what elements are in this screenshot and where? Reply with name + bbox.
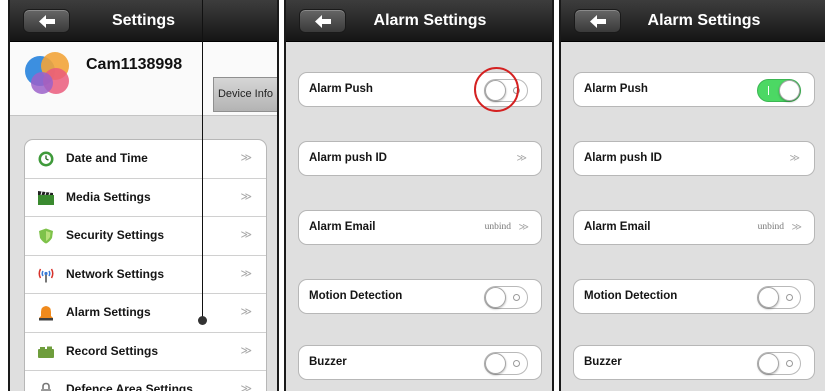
motion-detection-toggle[interactable] xyxy=(757,286,801,309)
alarm-push-row: Alarm Push xyxy=(298,72,542,107)
menu-item-label: Network Settings xyxy=(66,266,165,281)
device-avatar xyxy=(25,52,69,96)
menu-item-label: Record Settings xyxy=(66,343,159,358)
menu-item-date-and-time[interactable]: Date and Time ≫ xyxy=(25,140,266,179)
menu-item-label: Defence Area Settings xyxy=(66,382,193,391)
shield-icon xyxy=(39,228,53,244)
chevron-right-icon: ≫ xyxy=(240,267,252,280)
buzzer-row: Buzzer xyxy=(573,345,815,380)
alarm-email-row[interactable]: Alarm Email unbind ≫ xyxy=(573,210,815,245)
chevron-right-icon: ≫ xyxy=(791,222,802,233)
off-indicator xyxy=(513,360,520,367)
toggle-knob xyxy=(779,80,800,101)
camera-icon xyxy=(38,346,54,358)
bell-icon xyxy=(39,306,53,321)
row-label: Alarm Email xyxy=(584,221,651,233)
antenna-icon xyxy=(38,268,54,282)
menu-item-label: Date and Time xyxy=(66,151,148,165)
chevron-right-icon: ≫ xyxy=(240,152,252,164)
page-title: Settings xyxy=(111,12,176,29)
device-settings-screen: Settings Cam1138998 Device Info Date and… xyxy=(8,0,279,391)
chevron-right-icon: ≫ xyxy=(518,222,529,233)
chevron-right-icon: ≫ xyxy=(516,153,527,164)
callout-line xyxy=(202,0,203,320)
row-label: Alarm push ID xyxy=(309,152,387,164)
alarm-settings-screen-after: Alarm Settings Alarm Push Alarm push ID … xyxy=(559,0,825,391)
menu-item-record-settings[interactable]: Record Settings ≫ xyxy=(25,333,266,371)
row-label: Alarm Push xyxy=(309,83,373,95)
row-label: Alarm Push xyxy=(584,83,648,95)
buzzer-row: Buzzer xyxy=(298,345,542,380)
row-label: Alarm push ID xyxy=(584,152,662,164)
alarm-push-toggle[interactable] xyxy=(484,79,528,102)
row-label: Buzzer xyxy=(309,356,347,368)
alarm-push-id-row[interactable]: Alarm push ID ≫ xyxy=(573,141,815,176)
alarm-push-id-row[interactable]: Alarm push ID ≫ xyxy=(298,141,542,176)
chevron-right-icon: ≫ xyxy=(240,344,252,357)
email-status: unbind xyxy=(757,222,784,232)
toggle-knob xyxy=(485,353,506,374)
menu-item-label: Alarm Settings xyxy=(66,305,151,319)
row-label: Alarm Email xyxy=(309,221,376,233)
menu-item-media-settings[interactable]: Media Settings ≫ xyxy=(25,179,266,217)
chevron-right-icon: ≫ xyxy=(240,383,252,391)
alarm-push-row: Alarm Push xyxy=(573,72,815,107)
email-status: unbind xyxy=(484,222,511,232)
row-label: Motion Detection xyxy=(584,290,678,302)
navbar: Alarm Settings xyxy=(286,0,552,42)
off-indicator xyxy=(513,294,520,301)
motion-detection-toggle[interactable] xyxy=(484,286,528,309)
row-label: Buzzer xyxy=(584,356,622,368)
alarm-push-toggle[interactable] xyxy=(757,79,801,102)
alarm-email-row[interactable]: Alarm Email unbind ≫ xyxy=(298,210,542,245)
chevron-right-icon: ≫ xyxy=(240,306,252,318)
menu-item-label: Media Settings xyxy=(66,189,151,204)
row-label: Motion Detection xyxy=(309,290,403,302)
device-name: Cam1138998 xyxy=(86,56,183,73)
motion-detection-row: Motion Detection xyxy=(573,279,815,314)
clapperboard-icon xyxy=(38,190,54,205)
callout-dot xyxy=(198,316,207,325)
off-indicator xyxy=(513,87,520,94)
navbar: Alarm Settings xyxy=(561,0,825,42)
alarm-settings-screen-before: Alarm Settings Alarm Push Alarm push ID … xyxy=(284,0,554,391)
navbar: Settings xyxy=(10,0,277,42)
motion-detection-row: Motion Detection xyxy=(298,279,542,314)
menu-item-security-settings[interactable]: Security Settings ≫ xyxy=(25,217,266,256)
settings-menu: Date and Time ≫ Media Settings ≫ Securit… xyxy=(24,139,267,391)
chevron-right-icon: ≫ xyxy=(240,229,252,241)
toggle-knob xyxy=(485,287,506,308)
chevron-right-icon: ≫ xyxy=(240,190,252,203)
toggle-knob xyxy=(758,287,779,308)
buzzer-toggle[interactable] xyxy=(484,352,528,375)
toggle-knob xyxy=(758,353,779,374)
on-indicator xyxy=(768,86,769,95)
toggle-knob xyxy=(485,80,506,101)
page-title: Alarm Settings xyxy=(373,12,487,29)
page-title: Alarm Settings xyxy=(647,12,761,29)
buzzer-toggle[interactable] xyxy=(757,352,801,375)
chevron-right-icon: ≫ xyxy=(789,153,800,164)
menu-item-defence-area-settings[interactable]: Defence Area Settings ≫ xyxy=(25,371,266,391)
clock-icon xyxy=(38,151,54,167)
menu-item-network-settings[interactable]: Network Settings ≫ xyxy=(25,256,266,294)
menu-item-alarm-settings[interactable]: Alarm Settings ≫ xyxy=(25,294,266,333)
off-indicator xyxy=(786,294,793,301)
off-indicator xyxy=(786,360,793,367)
lock-icon xyxy=(41,382,51,391)
device-info-button[interactable]: Device Info xyxy=(213,77,277,112)
menu-item-label: Security Settings xyxy=(66,228,165,242)
